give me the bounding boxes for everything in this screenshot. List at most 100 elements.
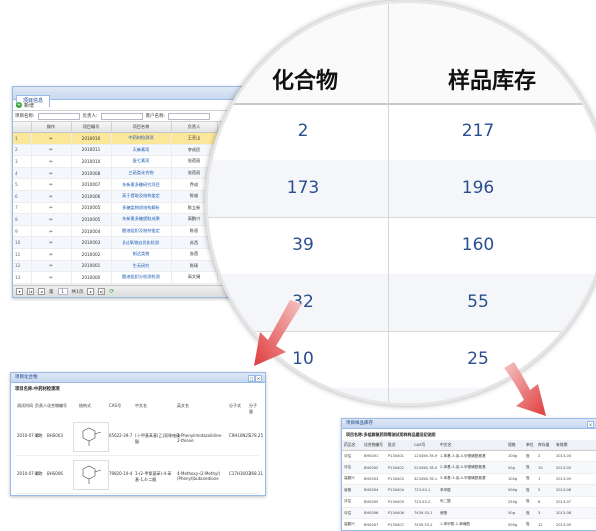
edit-icon[interactable]: ✏ [31, 190, 72, 203]
edit-icon[interactable]: ✏ [31, 260, 72, 273]
project-name[interactable]: 高于提取及结构鉴定 [111, 190, 172, 203]
inventory-col[interactable]: 有效期 [554, 440, 596, 451]
project-code: 2010007 [71, 178, 112, 191]
project-name[interactable]: β过氧物自优化检测 [111, 236, 172, 249]
inventory-cell: 2-苯基-3-溴-4-甲基磺酰氨基 [438, 461, 506, 474]
zoom-header: 化合物 样品库存 [208, 3, 596, 105]
project-name[interactable]: 三萜类化合物 [111, 167, 172, 180]
detail-batch: BHS003 [47, 433, 63, 438]
arrow-to-inventory-icon [504, 362, 546, 416]
first-page-icon[interactable]: |◂ [27, 288, 34, 295]
inventory-cell: 723-50-1 [412, 484, 438, 497]
inventory-cell: 2013-04 [554, 450, 596, 463]
add-icon[interactable]: + [16, 102, 22, 108]
hdr-weight: 分子量 [249, 403, 257, 414]
inventory-cell: 100g [506, 450, 524, 463]
page-label: 第 [49, 289, 54, 295]
inventory-cell: 2013-08 [554, 507, 596, 520]
structure-image [73, 460, 109, 490]
edit-icon[interactable]: ✏ [31, 155, 72, 168]
edit-icon[interactable]: ✏ [31, 202, 72, 215]
maximize-icon[interactable]: □ [248, 375, 255, 382]
project-name[interactable]: 酸液组织分检测检测 [111, 271, 172, 284]
inventory-cell: 2013-05 [554, 461, 596, 474]
inventory-row[interactable]: 评估 BHS006 P130406 7439-53-1 萘酚 50g 瓶 3 2013-08 [342, 507, 596, 520]
page-total: 共1页 [71, 289, 84, 295]
last-page-icon[interactable]: ▸| [98, 288, 106, 295]
project-name[interactable]: 酸液组织及制剂鉴定 [111, 225, 172, 238]
hdr-formula: 分子式 [229, 403, 241, 408]
detail-row: 2010-07-15 陈冬 BHS003 65622-39-7 (-)-甲基苯基(乙)双… [17, 419, 263, 456]
edit-icon[interactable]: ✏ [31, 178, 72, 191]
inventory-col[interactable]: 批次 [386, 440, 412, 451]
zoom-col-compound: 化合物 [272, 69, 339, 94]
client-input[interactable] [168, 112, 211, 120]
project-name[interactable]: 东新素多糖提取成果 [111, 213, 172, 226]
page-size-icon[interactable]: ▾ [16, 288, 23, 295]
add-button[interactable]: 新增 [24, 102, 34, 109]
inventory-close-icon[interactable]: × [587, 421, 594, 428]
inventory-cell: 瓶 [524, 461, 536, 474]
project-name[interactable]: 天麻素项 [111, 144, 172, 157]
hdr-cn: 中文名 [135, 403, 147, 408]
inventory-col[interactable]: CAS号 [412, 440, 438, 451]
zoom-row: 39 160 [208, 217, 596, 275]
inventory-row[interactable]: 高鹏兴 BHS003 P130403 323456-78-1 3-苯基-3-溴-4-甲基… [342, 473, 596, 486]
detail-weight: 268.31 [249, 471, 263, 476]
col-name[interactable]: 项目名称 [111, 122, 172, 133]
edit-icon[interactable]: ✏ [31, 248, 72, 261]
inventory-col[interactable]: 药品名 [342, 440, 362, 451]
edit-icon[interactable]: ✏ [31, 271, 72, 284]
next-page-icon[interactable]: ▸ [87, 288, 95, 295]
row-index: 11 [13, 248, 32, 261]
row-index: 13 [13, 271, 32, 284]
inventory-row[interactable]: 评估 BHS005 P130405 723-55-2 丙二酸 250g 瓶 8 2013-07 [342, 496, 596, 508]
zoom-stock-count: 160 [461, 235, 495, 255]
zoom-col-stock: 样品库存 [448, 69, 537, 94]
project-name[interactable]: 中药材检测项 [111, 132, 172, 145]
inventory-cell: 2013-06 [554, 484, 596, 497]
inventory-cell: 50g [506, 461, 524, 474]
inventory-row[interactable]: 评估 BHS001 P130401 123456-78-9 1-苯基-3-溴-4-甲基磺… [342, 450, 596, 463]
prev-page-icon[interactable]: ◂ [38, 288, 45, 295]
inventory-cell: 123456-78-9 [412, 450, 438, 463]
inventory-col[interactable]: 规格 [506, 440, 524, 451]
close-icon[interactable]: × [255, 375, 262, 382]
project-name[interactable]: 多糖类物质结构解析 [111, 202, 172, 215]
inventory-cell: 瓶 [524, 507, 536, 520]
edit-icon[interactable]: ✏ [31, 144, 72, 157]
row-index: 8 [13, 213, 32, 226]
project-code: 2010001 [71, 260, 112, 273]
inventory-cell: 500g [506, 484, 524, 497]
col-code[interactable]: 项目编号 [71, 122, 112, 133]
project-name[interactable]: 生无研究 [111, 260, 172, 273]
project-name-input[interactable] [37, 112, 80, 120]
row-index: 9 [13, 225, 32, 238]
project-name[interactable]: 东新素多糖研究项目 [111, 178, 172, 191]
edit-icon[interactable]: ✏ [31, 225, 72, 238]
inventory-cell: 2013-07 [554, 496, 596, 508]
inventory-col[interactable]: 库存量 [536, 440, 554, 451]
edit-icon[interactable]: ✏ [31, 236, 72, 249]
project-name[interactable]: 制达类物 [111, 248, 172, 261]
inventory-col[interactable]: 化合物编号 [362, 440, 386, 451]
edit-icon[interactable]: ✏ [31, 132, 72, 145]
owner-input[interactable] [100, 112, 143, 120]
inventory-row[interactable]: 营管 BHS004 P130404 723-50-1 苯甲酸 500g 瓶 5 2013-06 [342, 484, 596, 497]
edit-icon[interactable]: ✏ [31, 167, 72, 180]
row-index: 5 [13, 178, 32, 191]
row-index: 10 [13, 236, 32, 249]
zoom-row: 173 196 [208, 160, 596, 218]
project-name[interactable]: 蛋七素项 [111, 155, 172, 168]
refresh-icon[interactable]: ⟳ [109, 288, 114, 295]
inventory-cell: 10 [536, 461, 554, 474]
detail-row: 2010-07-15 陈冬 BHS006 79820-10-4 1-(2-甲氧基苯)-4… [17, 457, 263, 494]
inventory-col[interactable]: 单位 [524, 440, 536, 451]
page-input[interactable]: 1 [57, 288, 68, 295]
inventory-col[interactable]: 中文名 [438, 440, 506, 451]
detail-weight: 178.25 [249, 433, 263, 438]
col-op[interactable]: 操作 [31, 122, 72, 133]
inventory-row[interactable]: 评估 BHS002 P130402 223456-78-0 2-苯基-3-溴-4-甲基磺… [342, 461, 596, 474]
row-index: 12 [13, 260, 32, 273]
edit-icon[interactable]: ✏ [31, 213, 72, 226]
